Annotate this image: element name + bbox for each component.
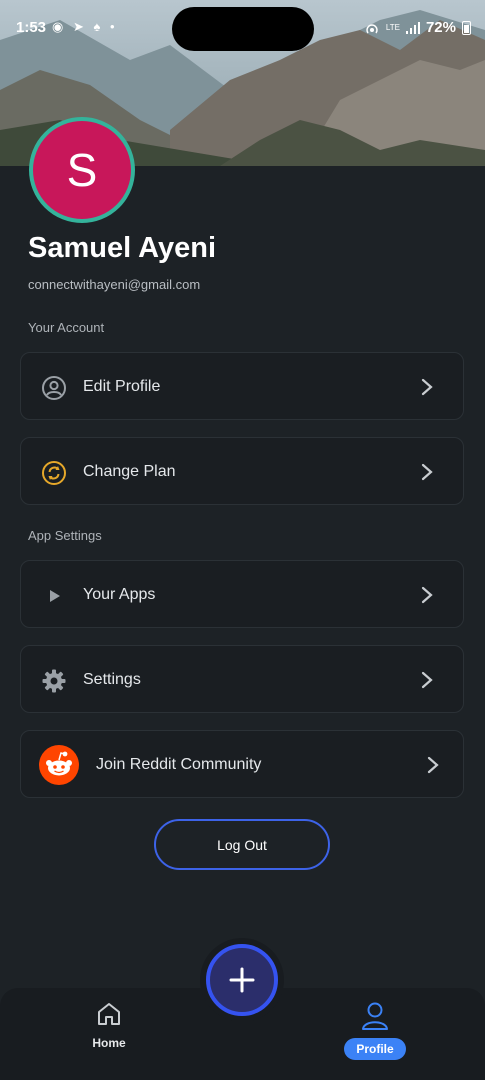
chevron-right-icon (421, 463, 433, 481)
chevron-right-icon (427, 756, 439, 774)
avatar[interactable]: S (29, 117, 135, 223)
menu-item-settings[interactable]: Settings (20, 645, 464, 713)
status-time: 1:53 (16, 19, 47, 36)
menu-item-edit-profile[interactable]: Edit Profile (20, 352, 464, 420)
sync-icon (42, 461, 66, 485)
menu-item-your-apps[interactable]: Your Apps (20, 560, 464, 628)
chevron-right-icon (421, 378, 433, 396)
play-icon (50, 590, 60, 602)
nav-home[interactable]: Home (64, 1000, 154, 1052)
profile-name: Samuel Ayeni (28, 232, 217, 264)
menu-label-reddit: Join Reddit Community (96, 756, 262, 773)
menu-label-change-plan: Change Plan (83, 463, 176, 480)
battery-icon (462, 20, 471, 35)
menu-item-change-plan[interactable]: Change Plan (20, 437, 464, 505)
chevron-right-icon (421, 586, 433, 604)
logout-button[interactable]: Log Out (154, 819, 330, 870)
camera-notch (172, 7, 314, 51)
avatar-initial: S (66, 144, 98, 196)
status-right-group: LTE 72% (364, 19, 471, 36)
add-button[interactable] (206, 944, 278, 1016)
notification-icons: ◉ ➤ ♠ • (52, 19, 118, 34)
plus-icon (229, 967, 255, 993)
section-label-account: Your Account (28, 320, 105, 335)
hotspot-icon (366, 23, 378, 33)
signal-icon (405, 21, 420, 34)
nav-home-label: Home (92, 1036, 126, 1050)
profile-email: connectwithayeni@gmail.com (28, 277, 201, 292)
user-icon (362, 1002, 388, 1030)
menu-label-settings: Settings (83, 671, 141, 688)
chevron-right-icon (421, 671, 433, 689)
menu-label-edit-profile: Edit Profile (83, 378, 161, 395)
section-label-app-settings: App Settings (28, 528, 102, 543)
gear-icon (42, 669, 66, 693)
nav-profile[interactable]: Profile (330, 1000, 420, 1060)
home-icon (98, 1003, 120, 1025)
battery-percent: 72% (425, 19, 456, 36)
nav-profile-label: Profile (344, 1038, 406, 1060)
reddit-icon (39, 745, 79, 785)
status-bar: 1:53 ◉ ➤ ♠ • LTE 72% (0, 0, 485, 58)
network-type: LTE (385, 22, 400, 32)
user-circle-icon (42, 376, 66, 400)
menu-label-your-apps: Your Apps (83, 586, 156, 603)
menu-item-reddit-community[interactable]: Join Reddit Community (20, 730, 464, 798)
